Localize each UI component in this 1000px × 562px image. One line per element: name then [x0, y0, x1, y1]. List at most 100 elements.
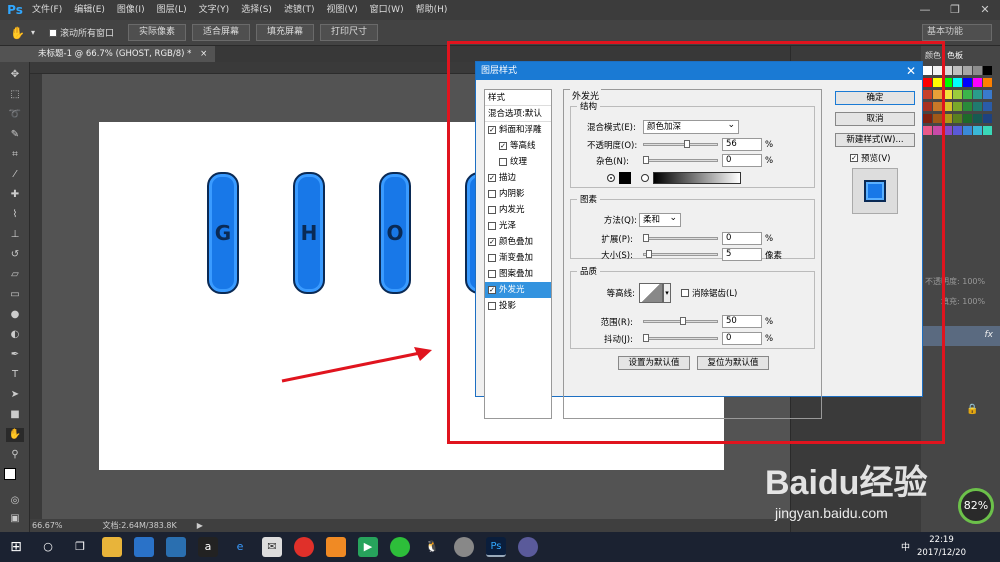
spread-slider-thumb[interactable]	[643, 234, 649, 242]
gradient-radio[interactable]	[641, 174, 649, 182]
blend-options-item[interactable]: 混合选项:默认	[485, 106, 551, 122]
style-item-checkbox[interactable]: ✓	[488, 174, 496, 182]
layers-fill-value[interactable]: 100%	[962, 297, 985, 306]
opacity-slider-thumb[interactable]	[684, 140, 690, 148]
style-item[interactable]: 内发光	[485, 202, 551, 218]
range-slider-thumb[interactable]	[680, 317, 686, 325]
opacity-input[interactable]: 56	[722, 138, 762, 151]
noise-slider[interactable]	[643, 156, 718, 164]
color-swatch[interactable]	[983, 114, 992, 123]
technique-select[interactable]: 柔和	[639, 212, 681, 227]
color-swatch[interactable]	[953, 78, 962, 87]
layer-effects-icon[interactable]: fx	[985, 330, 994, 340]
layers-opacity-value[interactable]: 100%	[962, 277, 985, 286]
hand-tool-icon[interactable]: ✋	[6, 428, 24, 442]
eyedropper-tool-icon[interactable]: ⁄	[6, 168, 24, 182]
mail-icon[interactable]: ✉	[262, 537, 282, 557]
spread-input[interactable]: 0	[722, 232, 762, 245]
menu-item[interactable]: 图层(L)	[151, 0, 193, 20]
glow-color-swatch[interactable]	[619, 172, 631, 184]
gradient-picker[interactable]	[653, 172, 741, 184]
wechat-icon[interactable]	[390, 537, 410, 557]
color-swatch[interactable]	[953, 66, 962, 75]
style-item[interactable]: 光泽	[485, 218, 551, 234]
zoom-level[interactable]: 66.67%	[32, 521, 63, 530]
lasso-tool-icon[interactable]: ➰	[6, 108, 24, 122]
ok-button[interactable]: 确定	[835, 91, 915, 105]
color-swatch[interactable]	[953, 102, 962, 111]
style-item-checkbox[interactable]: ✓	[488, 238, 496, 246]
cancel-button[interactable]: 取消	[835, 112, 915, 126]
scroll-all-checkbox[interactable]	[48, 28, 57, 37]
menu-item[interactable]: 文件(F)	[26, 0, 68, 20]
new-style-button[interactable]: 新建样式(W)...	[835, 133, 915, 147]
contour-preview[interactable]	[639, 283, 663, 303]
style-item-checkbox[interactable]: ✓	[499, 142, 507, 150]
marquee-tool-icon[interactable]: ⬚	[6, 88, 24, 102]
preview-checkbox[interactable]: ✓	[850, 154, 858, 162]
eraser-tool-icon[interactable]: ▱	[6, 268, 24, 282]
color-swatch[interactable]	[973, 102, 982, 111]
status-menu-arrow-icon[interactable]: ▶	[197, 521, 203, 530]
menu-item[interactable]: 图像(I)	[111, 0, 151, 20]
pen-tool-icon[interactable]: ✒	[6, 348, 24, 362]
media-icon[interactable]	[454, 537, 474, 557]
quick-mask-icon[interactable]: ◎	[6, 494, 24, 508]
menu-item[interactable]: 选择(S)	[235, 0, 278, 20]
size-input[interactable]: 5	[722, 248, 762, 261]
close-window-button[interactable]: ✕	[970, 0, 1000, 20]
spread-slider[interactable]	[643, 234, 718, 242]
file-explorer-icon[interactable]	[102, 537, 122, 557]
dialog-title-bar[interactable]: 图层样式 ✕	[476, 62, 922, 80]
style-item[interactable]: ✓ 颜色叠加	[485, 234, 551, 250]
view-button[interactable]: 打印尺寸	[320, 24, 379, 41]
make-default-button[interactable]: 设置为默认值	[618, 356, 690, 370]
foreground-color-swatch[interactable]	[4, 468, 16, 480]
quick-select-tool-icon[interactable]: ✎	[6, 128, 24, 142]
edge-browser-icon[interactable]: e	[230, 537, 250, 557]
restore-button[interactable]: ❐	[940, 0, 970, 20]
task-view-icon[interactable]: ❐	[70, 537, 90, 557]
dodge-tool-icon[interactable]: ◐	[6, 328, 24, 342]
style-item-checkbox[interactable]	[488, 270, 496, 278]
amazon-icon[interactable]: a	[198, 537, 218, 557]
color-swatch[interactable]	[973, 66, 982, 75]
style-item[interactable]: ✓ 描边	[485, 170, 551, 186]
color-picker-app-icon[interactable]	[518, 537, 538, 557]
store-icon[interactable]	[134, 537, 154, 557]
view-button[interactable]: 适合屏幕	[192, 24, 251, 41]
healing-brush-tool-icon[interactable]: ✚	[6, 188, 24, 202]
menu-item[interactable]: 滤镜(T)	[278, 0, 321, 20]
style-item[interactable]: 图案叠加	[485, 266, 551, 282]
document-tab[interactable]: 未标题-1 @ 66.7% (GHOST, RGB/8) * ×	[30, 46, 216, 62]
workspace-select[interactable]: 基本功能	[922, 24, 992, 41]
zoom-tool-icon[interactable]: ⚲	[6, 448, 24, 462]
netease-music-icon[interactable]	[294, 537, 314, 557]
style-item-checkbox[interactable]	[488, 302, 496, 310]
color-swatch[interactable]	[983, 66, 992, 75]
style-item-checkbox[interactable]	[488, 190, 496, 198]
style-item-checkbox[interactable]: ✓	[488, 126, 496, 134]
menu-item[interactable]: 视图(V)	[320, 0, 363, 20]
style-item-checkbox[interactable]	[488, 254, 496, 262]
type-tool-icon[interactable]: T	[6, 368, 24, 382]
style-item[interactable]: ✓ 等高线	[485, 138, 551, 154]
color-swatch[interactable]	[963, 102, 972, 111]
minimize-button[interactable]: —	[910, 0, 940, 20]
blend-mode-select[interactable]: 颜色加深	[643, 119, 739, 134]
color-swatch[interactable]	[963, 90, 972, 99]
search-icon[interactable]: ○	[38, 537, 58, 557]
color-swatch[interactable]	[953, 114, 962, 123]
color-swatch[interactable]	[983, 126, 992, 135]
system-clock[interactable]: 22:19 2017/12/20	[917, 534, 966, 560]
menu-item[interactable]: 文字(Y)	[193, 0, 236, 20]
dialog-close-button[interactable]: ✕	[906, 62, 916, 80]
jitter-slider-thumb[interactable]	[643, 334, 649, 342]
tab-swatches[interactable]: 色板	[947, 50, 963, 61]
jitter-slider[interactable]	[643, 334, 718, 342]
color-swatch[interactable]	[983, 102, 992, 111]
reset-default-button[interactable]: 复位为默认值	[697, 356, 769, 370]
path-selection-tool-icon[interactable]: ➤	[6, 388, 24, 402]
lock-icon[interactable]: 🔒	[966, 404, 978, 415]
styles-header[interactable]: 样式	[485, 90, 551, 106]
